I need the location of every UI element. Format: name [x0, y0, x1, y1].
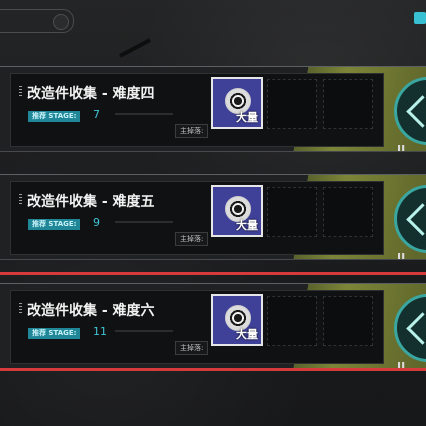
main-drop-label: 主掉落:	[175, 232, 209, 246]
recommended-underline	[115, 113, 173, 115]
recommended-stage-badge: 推荐 STAGE:	[28, 219, 81, 230]
grip-icon	[19, 303, 22, 313]
stage-panel: 改造件收集 - 难度六 推荐 STAGE: 11 主掉落: 大量	[10, 290, 384, 364]
separator-red-line	[0, 368, 426, 371]
grip-icon	[19, 194, 22, 204]
empty-drop-slot	[267, 296, 317, 346]
back-dot-icon	[53, 14, 69, 30]
drop-amount: 大量	[236, 219, 258, 232]
empty-drop-slot	[267, 187, 317, 237]
stage-title: 改造件收集 - 难度四	[27, 86, 155, 102]
empty-drop-slot	[323, 187, 373, 237]
grip-icon	[19, 86, 22, 96]
stage-title-block: 改造件收集 - 难度四 推荐 STAGE: 7 主掉落:	[19, 74, 209, 146]
empty-drop-slot	[267, 79, 317, 129]
stage-card[interactable]: 改造件收集 - 难度六 推荐 STAGE: 11 主掉落: 大量 II	[0, 283, 426, 369]
stage-title-block: 改造件收集 - 难度五 推荐 STAGE: 9 主掉落:	[19, 182, 209, 254]
chevron-start-icon	[406, 312, 426, 345]
recommended-underline	[115, 330, 173, 332]
menu-icon[interactable]	[414, 12, 426, 24]
main-drop-label: 主掉落:	[175, 341, 209, 355]
chevron-start-icon	[406, 95, 426, 128]
recommended-stage-badge: 推荐 STAGE:	[28, 328, 81, 339]
start-hint: II	[397, 143, 406, 152]
stage-title-block: 改造件收集 - 难度六 推荐 STAGE: 11 主掉落:	[19, 291, 209, 363]
drop-amount: 大量	[236, 328, 258, 341]
recommended-underline	[115, 221, 173, 223]
drop-item[interactable]: 大量	[211, 185, 263, 237]
stage-panel: 改造件收集 - 难度五 推荐 STAGE: 9 主掉落: 大量	[10, 181, 384, 255]
drop-item[interactable]: 大量	[211, 77, 263, 129]
chevron-start-icon	[406, 203, 426, 236]
top-back-control[interactable]	[0, 9, 74, 33]
stage-panel: 改造件收集 - 难度四 推荐 STAGE: 7 主掉落: 大量	[10, 73, 384, 147]
recommended-stage-value: 7	[93, 108, 100, 121]
stage-title: 改造件收集 - 难度六	[27, 303, 155, 319]
stage-card[interactable]: 改造件收集 - 难度五 推荐 STAGE: 9 主掉落: 大量 II	[0, 174, 426, 260]
recommended-stage-value: 11	[93, 325, 107, 338]
empty-drop-slot	[323, 296, 373, 346]
stage-title: 改造件收集 - 难度五	[27, 194, 155, 210]
drop-amount: 大量	[236, 111, 258, 124]
separator-red-line	[0, 272, 426, 275]
drop-item[interactable]: 大量	[211, 294, 263, 346]
start-hint: II	[397, 251, 406, 260]
recommended-stage-badge: 推荐 STAGE:	[28, 111, 81, 122]
recommended-stage-value: 9	[93, 216, 100, 229]
main-drop-label: 主掉落:	[175, 124, 209, 138]
stage-card[interactable]: 改造件收集 - 难度四 推荐 STAGE: 7 主掉落: 大量 II	[0, 66, 426, 152]
empty-drop-slot	[323, 79, 373, 129]
